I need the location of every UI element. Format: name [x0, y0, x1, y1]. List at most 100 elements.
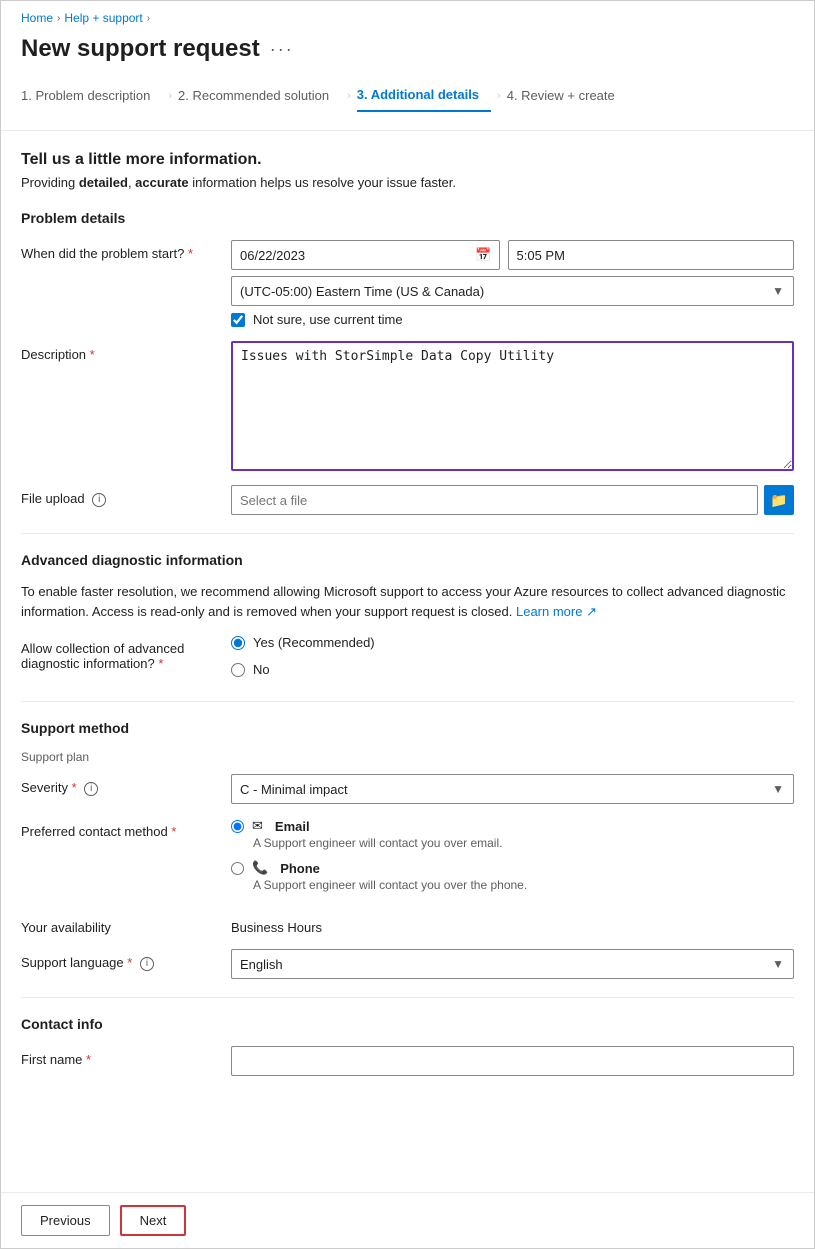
file-upload-control: 📁 — [231, 485, 794, 515]
support-plan-label: Support plan — [21, 750, 794, 764]
support-method-heading: Support method — [21, 720, 794, 736]
file-upload-input-row: 📁 — [231, 485, 794, 515]
collection-yes-row: Yes (Recommended) — [231, 635, 794, 650]
language-row: Support language * i English ▼ — [21, 949, 794, 979]
collection-no-row: No — [231, 662, 794, 677]
file-upload-row: File upload i 📁 — [21, 485, 794, 515]
next-button[interactable]: Next — [120, 1205, 187, 1236]
contact-email-label: Email — [275, 819, 310, 834]
description-textarea[interactable]: Issues with StorSimple Data Copy Utility — [231, 341, 794, 471]
contact-phone-option: 📞 Phone A Support engineer will contact … — [231, 860, 794, 892]
date-time-row: 📅 — [231, 240, 794, 270]
calendar-icon: 📅 — [475, 247, 491, 263]
availability-label: Your availability — [21, 914, 221, 935]
description-label: Description * — [21, 341, 221, 362]
step-1-label: 1. Problem description — [21, 88, 150, 103]
collection-no-radio[interactable] — [231, 663, 245, 677]
contact-email-desc: A Support engineer will contact you over… — [253, 836, 794, 850]
divider-3 — [21, 997, 794, 998]
contact-email-option: ✉ Email A Support engineer will contact … — [231, 818, 794, 850]
support-method-section: Support method Support plan Severity * i… — [21, 720, 794, 979]
problem-details-section: Problem details When did the problem sta… — [21, 210, 794, 515]
divider-1 — [21, 533, 794, 534]
advanced-diagnostic-heading: Advanced diagnostic information — [21, 552, 794, 568]
file-upload-input-field[interactable] — [231, 485, 758, 515]
step-sep-2: › — [341, 90, 357, 102]
description-row: Description * Issues with StorSimple Dat… — [21, 341, 794, 471]
email-icon: ✉ — [252, 818, 263, 834]
contact-email-radio[interactable] — [231, 820, 244, 833]
when-problem-row: When did the problem start? * 📅 (UTC-05:… — [21, 240, 794, 327]
severity-label: Severity * i — [21, 774, 221, 796]
intro-desc: Providing detailed, accurate information… — [21, 175, 794, 190]
severity-select-wrapper: C - Minimal impact ▼ — [231, 774, 794, 804]
when-problem-label: When did the problem start? * — [21, 240, 221, 261]
severity-select[interactable]: C - Minimal impact — [231, 774, 794, 804]
breadcrumb-sep1: › — [57, 13, 60, 24]
contact-method-label: Preferred contact method * — [21, 818, 221, 839]
description-control: Issues with StorSimple Data Copy Utility — [231, 341, 794, 471]
problem-details-heading: Problem details — [21, 210, 794, 226]
learn-more-link[interactable]: Learn more ↗ — [516, 604, 597, 619]
step-2[interactable]: 2. Recommended solution — [178, 80, 341, 111]
availability-value-wrapper: Business Hours — [231, 914, 794, 935]
contact-info-section: Contact info First name * — [21, 1016, 794, 1076]
contact-phone-radio[interactable] — [231, 862, 244, 875]
severity-info-icon[interactable]: i — [84, 782, 98, 796]
contact-info-heading: Contact info — [21, 1016, 794, 1032]
page-menu-icon[interactable]: ··· — [270, 39, 294, 60]
wizard-steps: 1. Problem description › 2. Recommended … — [1, 79, 814, 131]
time-input[interactable] — [508, 240, 795, 270]
language-select[interactable]: English — [231, 949, 794, 979]
page-title-row: New support request ··· — [1, 31, 814, 79]
upload-icon: 📁 — [770, 492, 787, 509]
file-upload-info-icon[interactable]: i — [92, 493, 106, 507]
file-upload-button[interactable]: 📁 — [764, 485, 794, 515]
step-sep-1: › — [162, 90, 178, 102]
step-4[interactable]: 4. Review + create — [507, 80, 627, 111]
page-wrapper: Home › Help + support › New support requ… — [0, 0, 815, 1249]
step-sep-3: › — [491, 90, 507, 102]
language-info-icon[interactable]: i — [140, 957, 154, 971]
contact-phone-label: Phone — [280, 861, 320, 876]
date-input[interactable] — [231, 240, 500, 270]
timezone-select[interactable]: (UTC-05:00) Eastern Time (US & Canada) — [231, 276, 794, 306]
availability-value: Business Hours — [231, 914, 794, 935]
contact-method-row: Preferred contact method * ✉ Email A Sup… — [21, 818, 794, 900]
file-upload-label: File upload i — [21, 485, 221, 507]
collection-no-label: No — [253, 662, 270, 677]
breadcrumb-help[interactable]: Help + support — [64, 11, 142, 25]
first-name-input[interactable] — [231, 1046, 794, 1076]
advanced-diagnostic-info: To enable faster resolution, we recommen… — [21, 582, 794, 621]
first-name-row: First name * — [21, 1046, 794, 1076]
main-content: Tell us a little more information. Provi… — [1, 131, 814, 1170]
step-3[interactable]: 3. Additional details — [357, 79, 491, 112]
contact-method-options: ✉ Email A Support engineer will contact … — [231, 818, 794, 900]
intro-title: Tell us a little more information. — [21, 151, 794, 169]
step-1[interactable]: 1. Problem description — [21, 80, 162, 111]
breadcrumb-sep2: › — [147, 13, 150, 24]
collection-yes-radio[interactable] — [231, 636, 245, 650]
breadcrumb: Home › Help + support › — [1, 1, 814, 31]
collection-yes-label: Yes (Recommended) — [253, 635, 375, 650]
previous-button[interactable]: Previous — [21, 1205, 110, 1236]
language-control: English ▼ — [231, 949, 794, 979]
divider-2 — [21, 701, 794, 702]
step-2-label: 2. Recommended solution — [178, 88, 329, 103]
page-title: New support request — [21, 35, 260, 63]
advanced-diagnostic-section: Advanced diagnostic information To enabl… — [21, 552, 794, 683]
not-sure-checkbox-row: Not sure, use current time — [231, 312, 794, 327]
contact-email-radio-row: ✉ Email — [231, 818, 794, 834]
breadcrumb-home[interactable]: Home — [21, 11, 53, 25]
timezone-select-wrapper: (UTC-05:00) Eastern Time (US & Canada) ▼ — [231, 276, 794, 306]
collection-label: Allow collection of advanced diagnostic … — [21, 635, 221, 671]
first-name-control — [231, 1046, 794, 1076]
first-name-label: First name * — [21, 1046, 221, 1067]
not-sure-checkbox[interactable] — [231, 313, 245, 327]
availability-row: Your availability Business Hours — [21, 914, 794, 935]
step-4-label: 4. Review + create — [507, 88, 615, 103]
when-problem-controls: 📅 (UTC-05:00) Eastern Time (US & Canada)… — [231, 240, 794, 327]
contact-phone-radio-row: 📞 Phone — [231, 860, 794, 876]
phone-icon: 📞 — [252, 860, 268, 876]
language-select-wrapper: English ▼ — [231, 949, 794, 979]
